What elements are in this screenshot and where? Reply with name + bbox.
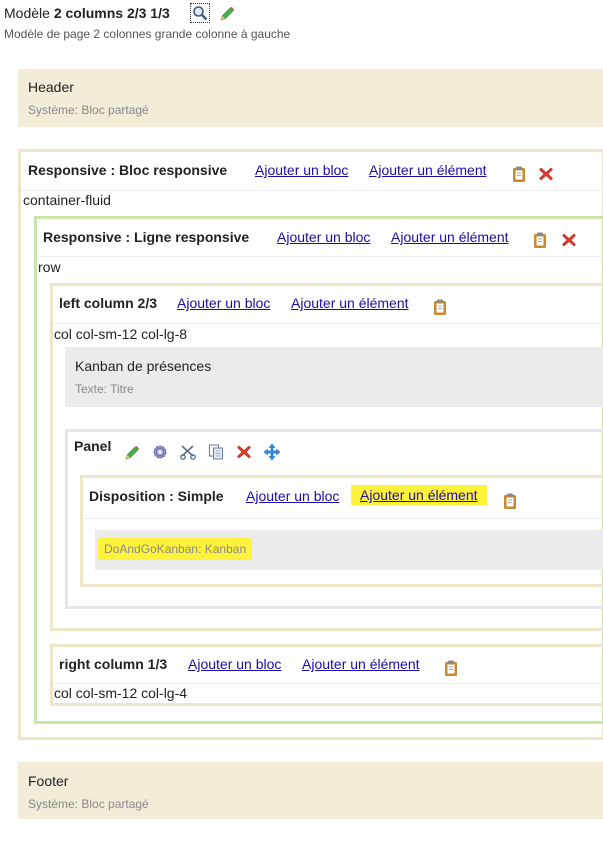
responsive-row-header: Responsive : Ligne responsive Ajouter un… (37, 219, 603, 257)
responsive-row-title: Responsive : Ligne responsive (43, 229, 250, 245)
panel-settings-gear-icon[interactable] (151, 443, 169, 461)
page-title-name: 2 columns 2/3 1/3 (53, 5, 170, 21)
disposition-paste-icon[interactable] (501, 492, 519, 510)
left-column-add-block-link[interactable]: Ajouter un bloc (177, 295, 270, 311)
responsive-block: Responsive : Bloc responsive Ajouter un … (18, 149, 603, 740)
responsive-block-add-element-link[interactable]: Ajouter un élément (369, 162, 487, 178)
right-column-header: right column 1/3 Ajouter un bloc Ajouter… (53, 647, 603, 684)
disposition-header: Disposition : Simple Ajouter un bloc Ajo… (83, 478, 603, 519)
right-column-add-element-link[interactable]: Ajouter un élément (302, 656, 420, 672)
footer-block-system: Système: Bloc partagé (28, 797, 149, 811)
panel-block: Panel Disposition : Simple Ajouter un bl… (65, 429, 603, 609)
panel-move-icon[interactable] (263, 443, 281, 461)
disposition-add-element-link[interactable]: Ajouter un élément (351, 485, 487, 505)
kanban-title-block-title: Kanban de présences (75, 358, 212, 374)
kanban-title-block-type: Texte: Titre (75, 382, 134, 396)
left-column-add-element-link[interactable]: Ajouter un élément (291, 295, 409, 311)
magnifier-icon (191, 4, 209, 22)
template-editor: Header Système: Bloc partagé Responsive … (0, 52, 603, 841)
right-column-paste-icon[interactable] (442, 659, 460, 677)
left-column-paste-icon[interactable] (431, 298, 449, 316)
responsive-block-paste-icon[interactable] (510, 165, 528, 183)
right-column-css-class: col col-sm-12 col-lg-4 (54, 685, 188, 701)
right-column-add-block-link[interactable]: Ajouter un bloc (188, 656, 281, 672)
footer-block[interactable]: Footer Système: Bloc partagé (18, 762, 603, 819)
preview-button[interactable] (190, 3, 210, 23)
footer-block-title: Footer (28, 773, 69, 789)
header-block-title: Header (28, 79, 74, 95)
page-subtitle: Modèle de page 2 colonnes grande colonne… (4, 27, 291, 41)
disposition-block: Disposition : Simple Ajouter un bloc Ajo… (80, 475, 603, 587)
responsive-block-add-block-link[interactable]: Ajouter un bloc (255, 162, 348, 178)
panel-edit-pencil-icon[interactable] (123, 444, 141, 462)
responsive-block-css-class: container-fluid (23, 192, 111, 208)
responsive-row-add-element-link[interactable]: Ajouter un élément (391, 229, 509, 245)
right-column-title: right column 1/3 (59, 656, 168, 672)
responsive-block-title: Responsive : Bloc responsive (28, 162, 228, 178)
responsive-block-delete-icon[interactable] (537, 165, 555, 183)
header-block-system: Système: Bloc partagé (28, 103, 149, 117)
panel-cut-scissors-icon[interactable] (179, 443, 197, 461)
page-title-prefix: Modèle (4, 5, 50, 21)
right-column: right column 1/3 Ajouter un bloc Ajouter… (50, 644, 603, 706)
left-column-css-class: col col-sm-12 col-lg-8 (54, 326, 188, 342)
left-column-title: left column 2/3 (59, 295, 158, 311)
left-column-header: left column 2/3 Ajouter un bloc Ajouter … (53, 286, 603, 324)
disposition-add-block-link[interactable]: Ajouter un bloc (246, 488, 339, 504)
disposition-title: Disposition : Simple (89, 488, 224, 504)
page-title: Modèle 2 columns 2/3 1/3 (4, 5, 170, 21)
panel-title: Panel (74, 438, 112, 454)
responsive-row-css-class: row (38, 259, 61, 275)
responsive-row-delete-icon[interactable] (560, 231, 578, 249)
kanban-title-block[interactable]: Kanban de présences Texte: Titre (65, 347, 603, 407)
left-column: left column 2/3 Ajouter un bloc Ajouter … (50, 283, 603, 631)
responsive-block-header: Responsive : Bloc responsive Ajouter un … (21, 152, 603, 191)
kanban-element-label: DoAndGoKanban: Kanban (98, 538, 253, 560)
responsive-row-add-block-link[interactable]: Ajouter un bloc (277, 229, 370, 245)
panel-copy-icon[interactable] (207, 443, 225, 461)
edit-template-pencil-icon[interactable] (218, 5, 236, 23)
kanban-element[interactable]: DoAndGoKanban: Kanban (95, 530, 603, 570)
header-block[interactable]: Header Système: Bloc partagé (18, 69, 603, 127)
responsive-row-paste-icon[interactable] (531, 231, 549, 249)
page-header: Modèle 2 columns 2/3 1/3 Modèle de page … (0, 0, 603, 52)
responsive-row: Responsive : Ligne responsive Ajouter un… (34, 216, 603, 724)
panel-delete-icon[interactable] (235, 443, 253, 461)
